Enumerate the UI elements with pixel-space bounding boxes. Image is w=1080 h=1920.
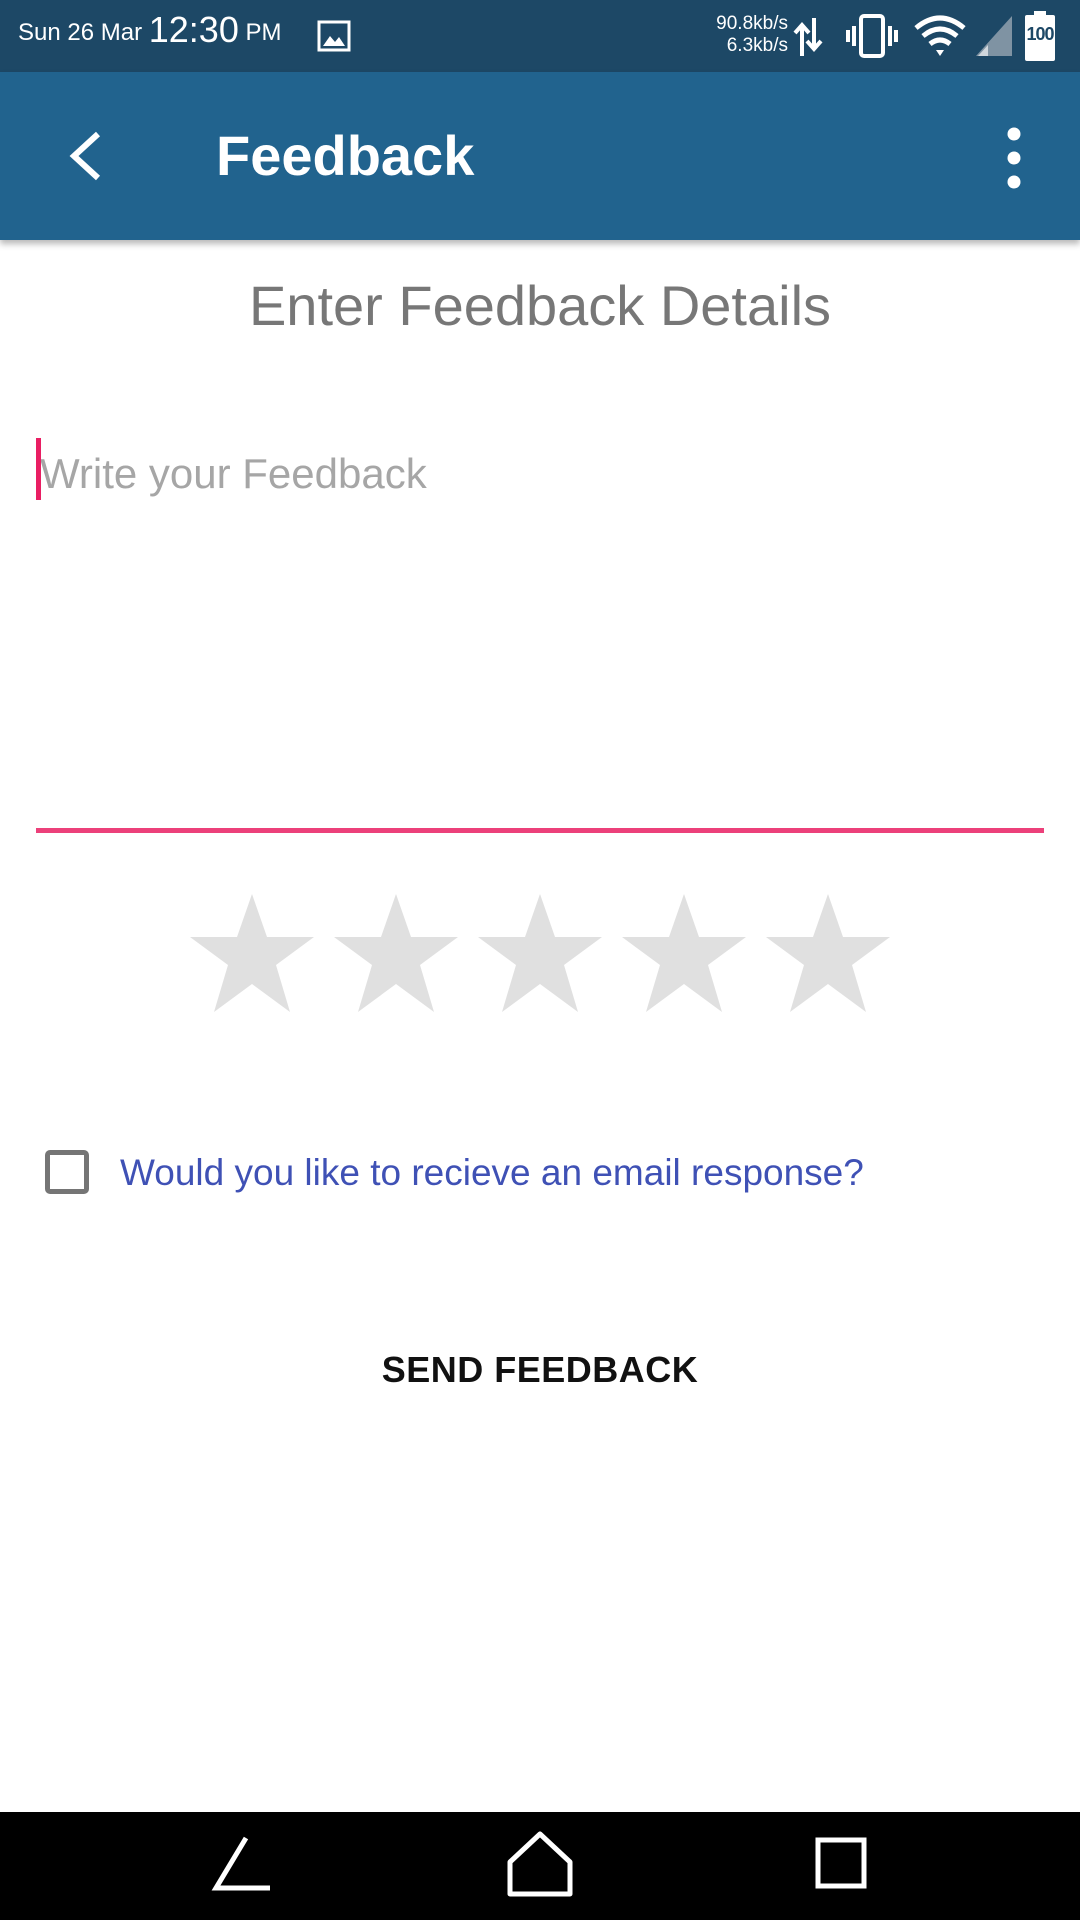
nav-recents-icon[interactable]	[800, 1826, 880, 1906]
chevron-left-icon	[69, 131, 101, 181]
wifi-icon	[914, 15, 966, 56]
data-arrows-icon	[793, 18, 823, 56]
download-speed: 90.8kb/s	[716, 13, 788, 34]
overflow-menu-button[interactable]	[984, 120, 1044, 196]
status-date-time: Sun 26 Mar 12:30 PM	[18, 12, 282, 49]
form-heading: Enter Feedback Details	[248, 274, 832, 337]
email-response-option: Would you like to recieve an email respo…	[40, 1144, 1040, 1208]
navigation-bar	[0, 1812, 1080, 1920]
feedback-input[interactable]	[36, 430, 1044, 820]
signal-icon	[976, 16, 1012, 56]
network-speed: 90.8kb/s 6.3kb/s	[700, 13, 788, 57]
email-response-checkbox[interactable]	[45, 1150, 89, 1194]
more-vert-icon	[1007, 127, 1021, 189]
star-3-icon[interactable]	[476, 892, 604, 1016]
star-rating[interactable]	[188, 892, 892, 1020]
battery-level: 100	[1026, 24, 1054, 44]
gallery-icon	[317, 20, 351, 52]
feedback-field	[36, 430, 1044, 836]
status-ampm: PM	[245, 19, 282, 46]
star-1-icon[interactable]	[188, 892, 316, 1016]
email-response-label[interactable]: Would you like to recieve an email respo…	[120, 1150, 864, 1196]
upload-speed: 6.3kb/s	[726, 35, 788, 56]
star-2-icon[interactable]	[332, 892, 460, 1016]
send-feedback-button[interactable]: SEND FEEDBACK	[340, 1334, 740, 1406]
status-bar: Sun 26 Mar 12:30 PM 90.8kb/s 6.3kb/s 100	[0, 0, 1080, 72]
text-cursor	[36, 438, 41, 500]
vibrate-icon	[846, 14, 898, 58]
star-5-icon[interactable]	[764, 892, 892, 1016]
nav-back-icon[interactable]	[202, 1826, 282, 1906]
status-date: Sun 26 Mar	[18, 19, 143, 46]
nav-home-icon[interactable]	[500, 1826, 580, 1906]
page-title: Feedback	[216, 124, 475, 187]
back-button[interactable]	[44, 112, 124, 200]
app-bar: Feedback	[0, 72, 1080, 240]
star-4-icon[interactable]	[620, 892, 748, 1016]
feedback-underline	[36, 828, 1044, 833]
status-time: 12:30	[148, 9, 239, 50]
